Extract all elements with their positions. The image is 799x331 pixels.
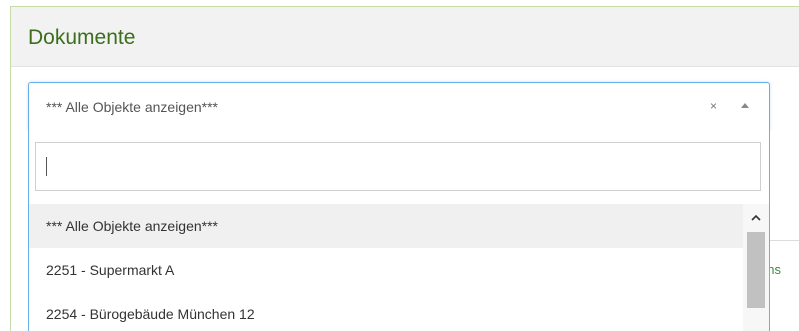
dropdown-option[interactable]: 2251 - Supermarkt A — [29, 248, 743, 292]
dropdown-option[interactable]: *** Alle Objekte anzeigen*** — [29, 204, 743, 248]
options-scrollbar[interactable] — [743, 204, 769, 331]
options-list: *** Alle Objekte anzeigen*** 2251 - Super… — [29, 204, 743, 331]
scroll-up-arrow-icon[interactable] — [751, 214, 761, 222]
table-row-divider — [770, 240, 799, 241]
select-dropdown: *** Alle Objekte anzeigen*** 2251 - Super… — [28, 130, 770, 331]
dropdown-option[interactable]: 2254 - Bürogebäude München 12 — [29, 292, 743, 331]
object-select[interactable]: *** Alle Objekte anzeigen*** × — [28, 82, 770, 130]
text-cursor — [46, 157, 47, 176]
caret-up-icon[interactable] — [741, 103, 749, 108]
dropdown-search-input[interactable] — [35, 142, 761, 191]
clear-icon[interactable]: × — [710, 99, 717, 113]
panel-title: Dokumente — [28, 26, 136, 49]
select-selected-value: *** Alle Objekte anzeigen*** — [46, 99, 219, 115]
scrollbar-thumb[interactable] — [747, 232, 765, 308]
panel-heading: Dokumente — [11, 7, 799, 67]
